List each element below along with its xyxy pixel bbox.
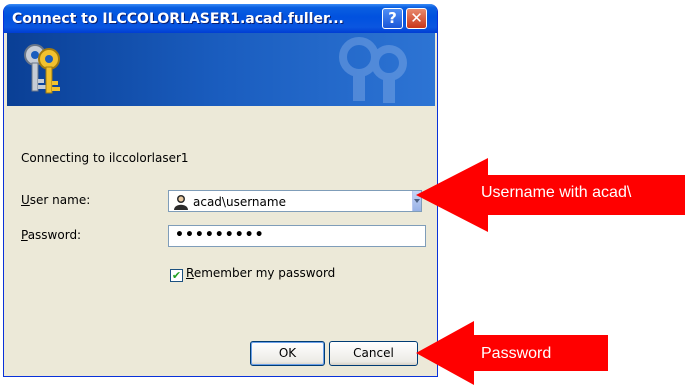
username-callout-text: Username with acad\ (481, 184, 632, 201)
keys-watermark-icon (339, 37, 407, 103)
password-label-text: assword: (27, 228, 82, 242)
remember-label-accesskey: R (186, 266, 194, 280)
remember-password-option[interactable]: ✔ Remember my password (170, 266, 335, 282)
close-button[interactable]: ✕ (406, 8, 427, 29)
keys-icon (24, 44, 60, 94)
remember-password-label: Remember my password (186, 266, 335, 280)
help-button[interactable]: ? (382, 8, 403, 29)
connecting-text: Connecting to ilccolorlaser1 (21, 151, 189, 165)
username-value: acad\username (193, 195, 286, 209)
dialog-banner (7, 33, 435, 106)
username-label-text: ser name: (29, 193, 91, 207)
password-input[interactable]: ••••••••• (168, 225, 426, 247)
username-label: User name: (21, 193, 90, 207)
ok-button[interactable]: OK (250, 341, 325, 366)
dialog-title: Connect to ILCCOLORLASER1.acad.fuller... (12, 11, 344, 27)
password-masked-value: ••••••••• (175, 227, 265, 243)
password-label-accesskey: P (21, 228, 28, 242)
remember-password-checkbox[interactable]: ✔ (170, 269, 183, 282)
user-icon (174, 195, 188, 210)
password-callout-text: Password (481, 345, 552, 362)
title-bar[interactable]: Connect to ILCCOLORLASER1.acad.fuller...… (4, 4, 437, 33)
cancel-button[interactable]: Cancel (329, 341, 418, 366)
remember-label-text: emember my password (193, 266, 336, 280)
username-label-accesskey: U (21, 193, 30, 207)
login-dialog: Connect to ILCCOLORLASER1.acad.fuller...… (3, 4, 438, 377)
password-label: Password: (21, 228, 81, 242)
username-combobox[interactable]: acad\username (168, 190, 422, 212)
